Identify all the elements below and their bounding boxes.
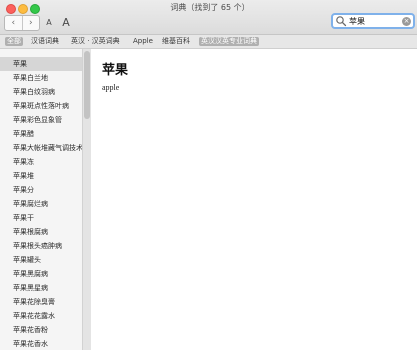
tab-chinese-dictionary[interactable]: 汉语词典 (31, 37, 59, 46)
search-icon (336, 16, 347, 27)
list-item[interactable]: 苹果干 (0, 211, 82, 225)
source-tab-bar: 全部 汉语词典 英汉 · 汉英词典 Apple 维基百科 英汉汉英专业词典 (0, 35, 417, 49)
list-item[interactable]: 苹果腐烂病 (0, 197, 82, 211)
list-item[interactable]: 苹果根头癌肿病 (0, 239, 82, 253)
list-item[interactable]: 苹果黑腐病 (0, 267, 82, 281)
list-item[interactable]: 苹果花香水 (0, 337, 82, 350)
scrollbar-thumb[interactable] (84, 51, 90, 119)
clear-search-icon[interactable]: × (402, 17, 411, 26)
search-field[interactable]: 苹果 × (331, 13, 415, 29)
chevron-left-icon: ‹ (11, 18, 16, 28)
list-item[interactable]: 苹果白纹羽病 (0, 85, 82, 99)
list-item[interactable]: 苹果白兰地 (0, 71, 82, 85)
forward-button[interactable]: › (23, 16, 40, 30)
navigation-buttons: ‹ › (4, 15, 40, 31)
list-item[interactable]: 苹果冻 (0, 155, 82, 169)
minimize-window-button[interactable] (18, 4, 28, 14)
list-item[interactable]: 苹果大帐堆藏气调技术 (0, 141, 82, 155)
entry-headword: 苹果 (102, 63, 129, 78)
tab-english-chinese-dictionary[interactable]: 英汉 · 汉英词典 (71, 37, 120, 46)
list-item[interactable]: 苹果 (0, 57, 82, 71)
list-item[interactable]: 苹果花花露水 (0, 309, 82, 323)
tab-apple[interactable]: Apple (133, 37, 153, 46)
definition-pane: 苹果 apple (91, 49, 417, 350)
list-item[interactable]: 苹果罐头 (0, 253, 82, 267)
dictionary-window: 词典（找到了 65 个） ‹ › A A 苹果 × 全部 汉语词典 英汉 · 汉… (0, 0, 417, 350)
list-item[interactable]: 苹果花除臭膏 (0, 295, 82, 309)
search-input[interactable]: 苹果 (349, 16, 365, 27)
list-item[interactable]: 苹果斑点性落叶病 (0, 99, 82, 113)
list-item[interactable]: 苹果堆 (0, 169, 82, 183)
tab-wikipedia[interactable]: 维基百科 (162, 37, 190, 46)
zoom-window-button[interactable] (30, 4, 40, 14)
font-size-larger-button[interactable]: A (58, 15, 74, 29)
close-window-button[interactable] (6, 4, 16, 14)
list-item[interactable]: 苹果分 (0, 183, 82, 197)
list-item[interactable]: 苹果醋 (0, 127, 82, 141)
window-title: 词典（找到了 65 个） (170, 3, 250, 12)
back-button[interactable]: ‹ (5, 16, 23, 30)
toolbar: 词典（找到了 65 个） ‹ › A A 苹果 × (0, 0, 417, 35)
chevron-right-icon: › (28, 18, 33, 28)
font-size-smaller-button[interactable]: A (42, 15, 56, 29)
list-item[interactable]: 苹果根腐病 (0, 225, 82, 239)
results-scrollbar[interactable] (82, 49, 91, 350)
tab-all[interactable]: 全部 (5, 37, 23, 46)
entry-definition: apple (102, 83, 120, 92)
list-item[interactable]: 苹果花香粉 (0, 323, 82, 337)
list-item[interactable]: 苹果彩色显象管 (0, 113, 82, 127)
tab-professional-dictionary[interactable]: 英汉汉英专业词典 (199, 37, 259, 46)
list-item[interactable]: 苹果黑星病 (0, 281, 82, 295)
results-list: 苹果 苹果白兰地 苹果白纹羽病 苹果斑点性落叶病 苹果彩色显象管 苹果醋 苹果大… (0, 49, 82, 350)
